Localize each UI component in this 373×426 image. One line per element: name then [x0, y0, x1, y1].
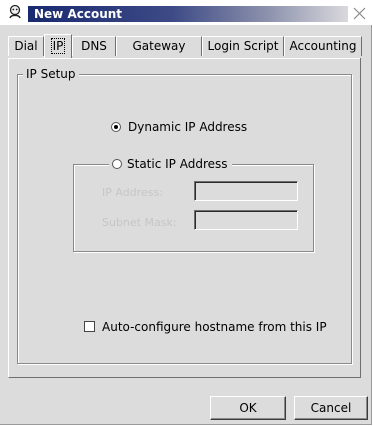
tab-gateway[interactable]: Gateway: [116, 36, 202, 56]
ip-setup-label: IP Setup: [23, 67, 79, 81]
tab-label: DNS: [81, 39, 107, 53]
ip-tab-panel: IP Setup Dynamic IP Address Static IP Ad…: [8, 58, 361, 378]
tab-label: IP: [50, 38, 66, 54]
tab-bar: Dial IP DNS Gateway Login Script Account…: [8, 34, 368, 58]
tab-accounting[interactable]: Accounting: [284, 36, 362, 56]
subnet-mask-label: Subnet Mask:: [102, 216, 177, 229]
tab-dns[interactable]: DNS: [72, 36, 116, 56]
cancel-button[interactable]: Cancel: [294, 396, 368, 420]
static-ip-radio[interactable]: [112, 159, 122, 169]
ip-address-field[interactable]: [194, 181, 298, 201]
ip-address-label: IP Address:: [102, 186, 163, 199]
static-ip-label[interactable]: Static IP Address: [127, 157, 228, 171]
kppp-app-icon: [9, 4, 21, 19]
close-icon[interactable]: [352, 6, 367, 21]
subnet-mask-field[interactable]: [194, 210, 298, 230]
tab-label: Dial: [14, 39, 38, 53]
dynamic-ip-radio[interactable]: [111, 122, 121, 132]
autoconfig-hostname-checkbox[interactable]: [84, 321, 95, 332]
dynamic-ip-label[interactable]: Dynamic IP Address: [128, 120, 247, 134]
radio-selected-dot: [114, 125, 118, 129]
title-bar[interactable]: New Account: [0, 0, 373, 25]
new-account-dialog: New Account Dial IP DNS Gateway Login Sc…: [0, 0, 373, 425]
tab-label: Gateway: [132, 39, 186, 53]
tab-login-script[interactable]: Login Script: [202, 36, 284, 56]
tab-dial[interactable]: Dial: [8, 36, 44, 56]
tab-ip[interactable]: IP: [44, 34, 72, 58]
window-title: New Account: [34, 7, 123, 21]
ok-button[interactable]: OK: [210, 396, 286, 420]
autoconfig-hostname-label[interactable]: Auto-configure hostname from this IP: [102, 320, 327, 334]
static-ip-group: [73, 164, 314, 252]
tab-label: Accounting: [289, 39, 357, 53]
static-ip-header: Static IP Address: [109, 157, 232, 171]
tab-label: Login Script: [207, 39, 279, 53]
